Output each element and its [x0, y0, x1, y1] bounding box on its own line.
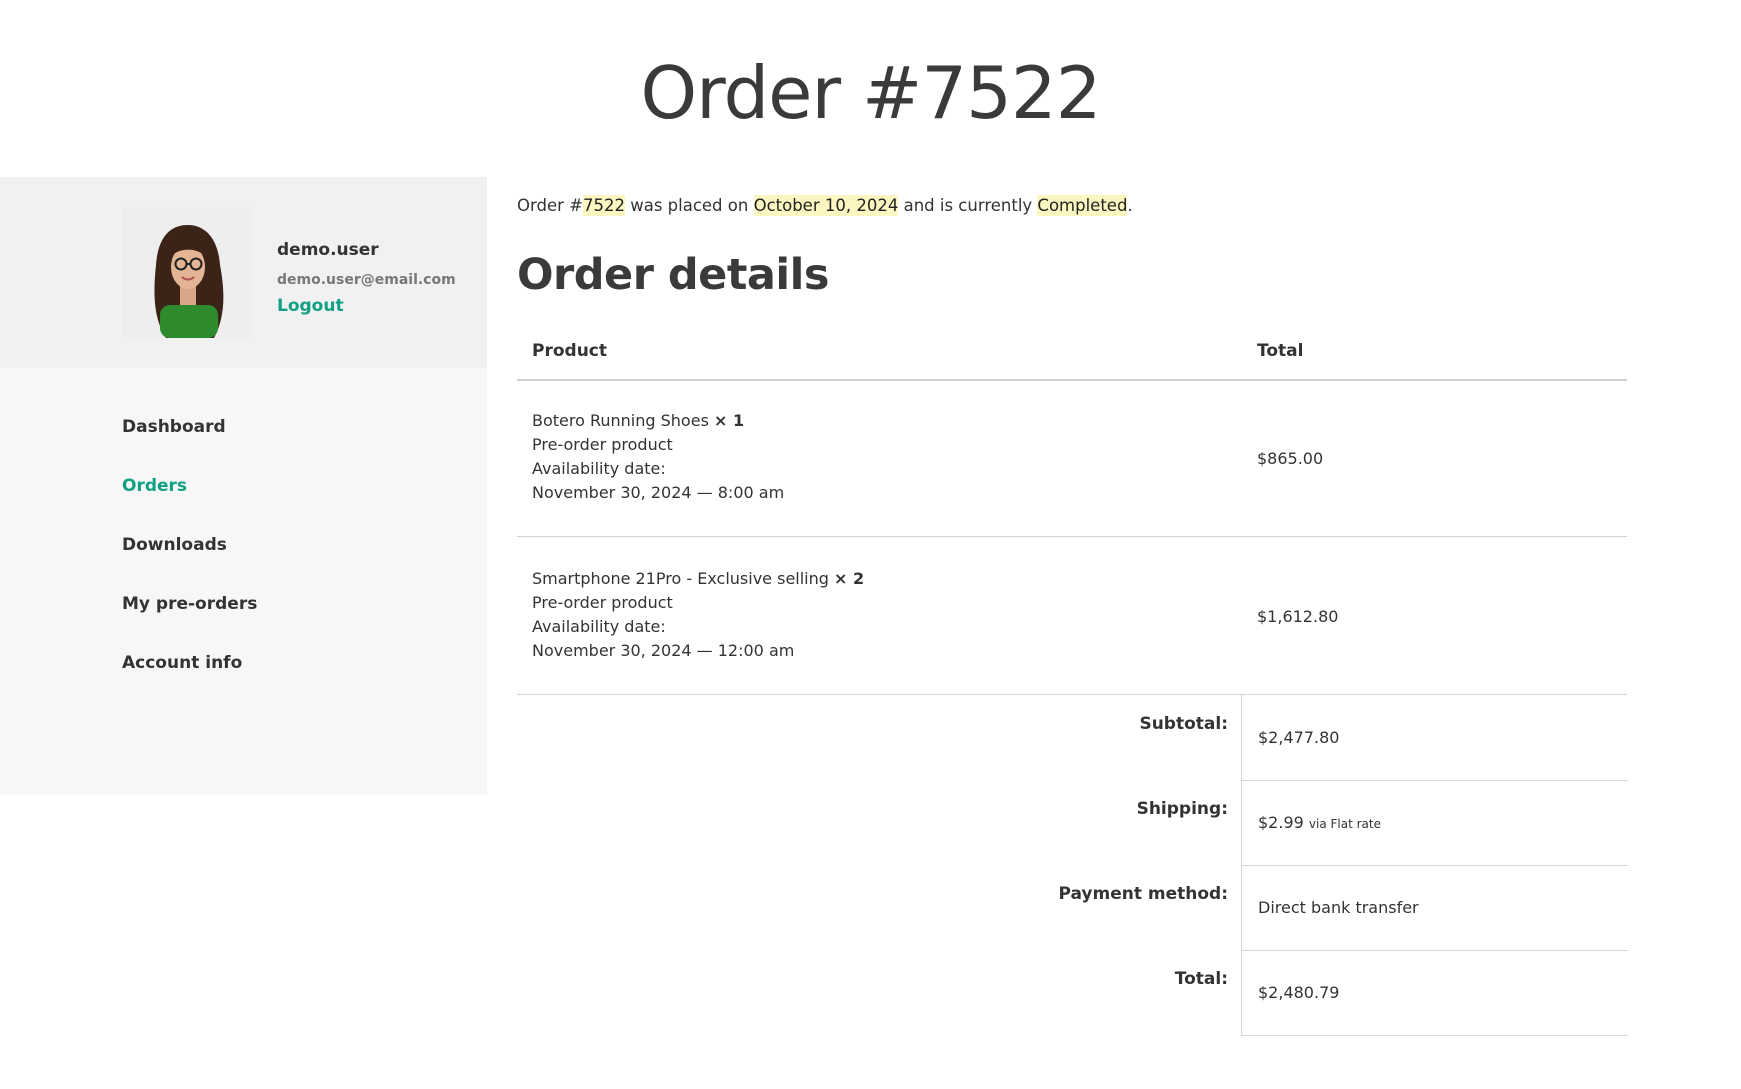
nav-item-my-pre-orders[interactable]: My pre-orders	[122, 594, 257, 653]
username: demo.user	[277, 240, 379, 260]
item-quantity: × 2	[834, 569, 865, 588]
total-label: Total:	[1174, 969, 1228, 989]
nav-item-orders[interactable]: Orders	[122, 476, 257, 535]
item-preorder-label: Pre-order product	[532, 435, 673, 454]
header-divider	[517, 379, 1627, 381]
order-number: 7522	[582, 195, 625, 216]
item-availability-label: Availability date:	[532, 617, 666, 636]
row-divider	[517, 536, 1627, 537]
shipping-amount: $2.99	[1258, 813, 1304, 832]
subtotal-cell: $2,477.80	[1241, 695, 1628, 781]
avatar	[122, 207, 253, 338]
shipping-method: via Flat rate	[1308, 817, 1381, 831]
subtotal-value: $2,477.80	[1258, 728, 1340, 747]
item-total: $1,612.80	[1257, 607, 1339, 626]
item-name-link[interactable]: Botero Running Shoes	[532, 411, 709, 430]
order-date: October 10, 2024	[753, 195, 899, 216]
account-sidebar: demo.user demo.user@email.com Logout Das…	[0, 177, 487, 795]
item-availability-date: November 30, 2024 — 8:00 am	[532, 483, 785, 502]
notice-prefix: Order #	[517, 196, 583, 215]
logout-link[interactable]: Logout	[277, 296, 344, 316]
subtotal-label: Subtotal:	[1139, 714, 1228, 734]
shipping-value: $2.99 via Flat rate	[1258, 813, 1381, 832]
item-quantity: × 1	[714, 411, 745, 430]
item-availability-label: Availability date:	[532, 459, 666, 478]
order-details-heading: Order details	[517, 250, 829, 300]
nav-item-downloads[interactable]: Downloads	[122, 535, 257, 594]
column-header-product: Product	[532, 341, 607, 361]
item-availability-date: November 30, 2024 — 12:00 am	[532, 641, 795, 660]
order-item: Botero Running Shoes × 1 Pre-order produ…	[532, 409, 784, 505]
order-status-notice: Order #7522 was placed on October 10, 20…	[517, 195, 1133, 216]
user-avatar-icon	[122, 207, 253, 338]
notice-status-text: and is currently	[898, 196, 1038, 215]
payment-method-value: Direct bank transfer	[1258, 898, 1419, 917]
user-profile-card: demo.user demo.user@email.com Logout	[0, 177, 487, 368]
account-nav: Dashboard Orders Downloads My pre-orders…	[122, 417, 257, 712]
notice-suffix: .	[1127, 196, 1133, 215]
column-header-total: Total	[1257, 341, 1304, 361]
payment-method-label: Payment method:	[1058, 884, 1228, 904]
page-title: Order #7522	[640, 51, 1101, 135]
nav-item-account-info[interactable]: Account info	[122, 653, 257, 712]
order-total-value: $2,480.79	[1258, 983, 1340, 1002]
notice-placed-text: was placed on	[624, 196, 754, 215]
order-status: Completed	[1037, 195, 1128, 216]
user-email: demo.user@email.com	[277, 272, 456, 288]
shipping-cell: $2.99 via Flat rate	[1241, 780, 1628, 866]
nav-item-dashboard[interactable]: Dashboard	[122, 417, 257, 476]
total-cell: $2,480.79	[1241, 950, 1628, 1036]
item-preorder-label: Pre-order product	[532, 593, 673, 612]
item-total: $865.00	[1257, 449, 1324, 468]
item-name-link[interactable]: Smartphone 21Pro - Exclusive selling	[532, 569, 829, 588]
payment-method-cell: Direct bank transfer	[1241, 865, 1628, 951]
shipping-label: Shipping:	[1136, 799, 1228, 819]
order-item: Smartphone 21Pro - Exclusive selling × 2…	[532, 567, 864, 663]
